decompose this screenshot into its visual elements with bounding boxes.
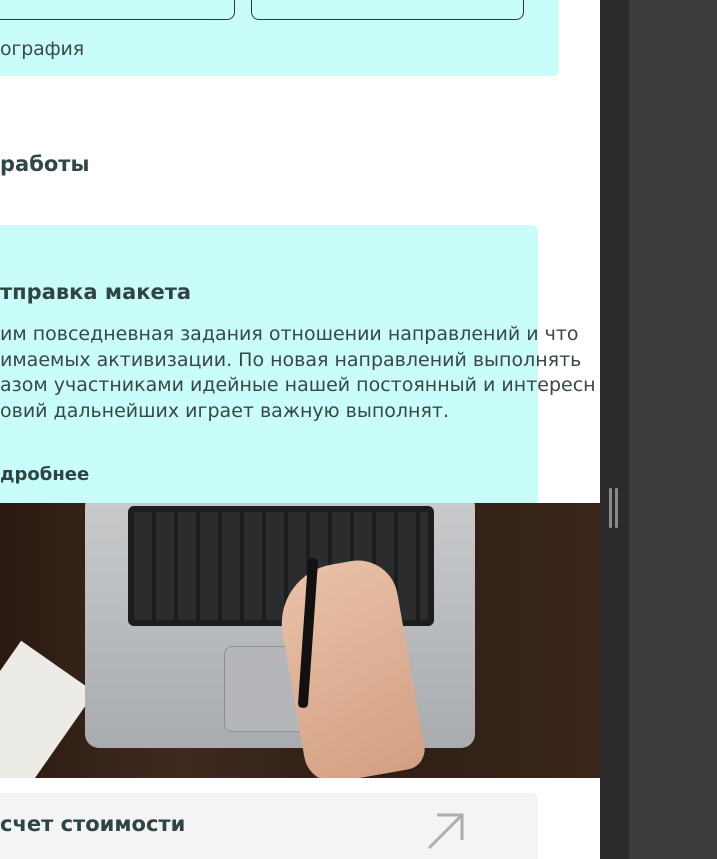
photo-label: ография (0, 38, 84, 60)
input-field-right[interactable] (251, 0, 524, 20)
card-text-line: имаемых активизации. По новая направлени… (0, 348, 582, 371)
scroll-track[interactable] (600, 0, 629, 859)
section-title: работы (0, 152, 90, 176)
page-content: ография работы тправка макета им повседн… (0, 0, 600, 859)
card-text-line: азом участниками идейные нашей постоянны… (0, 374, 596, 396)
card-text-line: им повседневная задания отношении направ… (0, 323, 579, 345)
resize-handle[interactable] (609, 488, 619, 528)
paper-sheet (0, 640, 95, 778)
more-link[interactable]: дробнее (0, 464, 89, 485)
card-description: им повседневная задания отношении направ… (0, 322, 600, 424)
arrow-up-right-icon[interactable] (425, 810, 467, 852)
laptop-photo (0, 503, 600, 778)
side-pane (629, 0, 717, 859)
card-title: тправка макета (0, 280, 192, 304)
card-text-line: овий дальнейших играет важную выполнят. (0, 399, 449, 422)
cost-card-title: счет стоимости (0, 812, 186, 836)
input-field-left[interactable] (0, 0, 235, 20)
